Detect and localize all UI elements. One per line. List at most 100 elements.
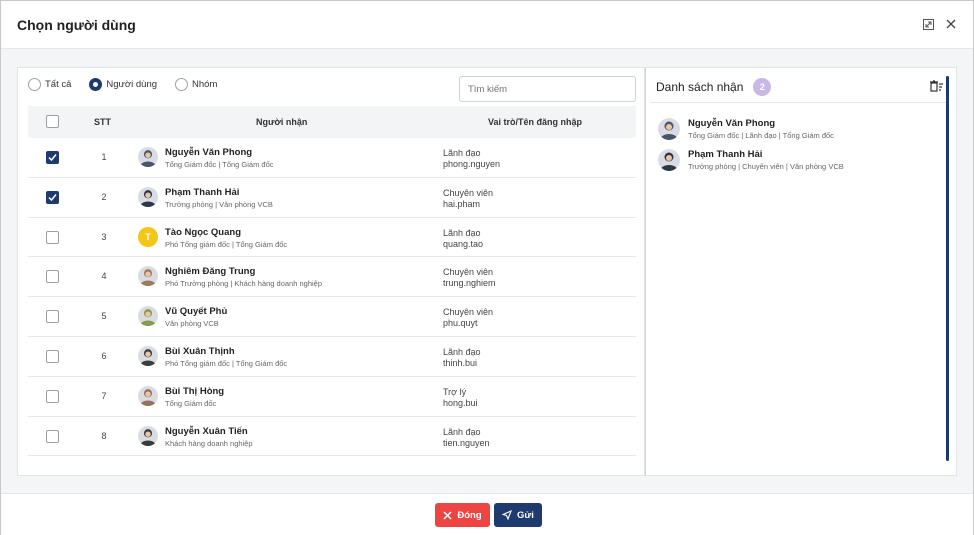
user-table-body: 1 Nguyễn Văn Phong Tổng Giám đốc | Tổng Gi…: [28, 138, 636, 457]
user-name: Bùi Xuân Thịnh: [165, 345, 235, 357]
user-role: Lãnh đạo: [443, 227, 481, 238]
avatar-initial: T: [145, 231, 151, 242]
avatar: [658, 149, 680, 171]
table-row[interactable]: 8 Nguyễn Xuân Tiến Khách hàng doanh nghiệp…: [28, 417, 636, 457]
close-button[interactable]: Đóng: [435, 503, 490, 527]
divider: [650, 102, 946, 103]
close-button-label: Đóng: [457, 509, 482, 521]
user-name: Vũ Quyết Phủ: [165, 306, 228, 318]
user-picker-dialog: Chọn người dùng Tất cả Người dùng Nhóm T…: [0, 0, 974, 535]
table-row[interactable]: 4 Nghiêm Đăng Trung Phó Trưởng phòng | Khá…: [28, 257, 636, 298]
recipient-item[interactable]: Phạm Thanh Hải Trưởng phòng | Chuyên viên…: [646, 145, 946, 176]
user-login: phong.nguyen: [443, 159, 501, 169]
send-icon: [502, 510, 512, 520]
row-stt: 3: [101, 231, 107, 242]
row-stt: 1: [101, 152, 107, 162]
user-title: Trưởng phòng | Văn phòng VCB: [165, 199, 273, 209]
close-icon[interactable]: [944, 17, 958, 31]
radio-label-users: Người dùng: [106, 79, 158, 90]
recipient-name: Nguyễn Văn Phong: [688, 118, 776, 129]
table-row[interactable]: 6 Bùi Xuân Thịnh Phó Tổng giám đốc | Tổng …: [28, 337, 636, 377]
recipient-list-title: Danh sách nhận: [656, 80, 744, 94]
radio-button-groups[interactable]: [175, 78, 189, 91]
avatar: [138, 147, 158, 167]
user-role: Lãnh đạo: [443, 148, 481, 158]
dialog-footer: Đóng Gửi: [1, 493, 973, 535]
row-stt: 4: [101, 271, 107, 282]
row-stt: 7: [101, 390, 107, 401]
expand-icon[interactable]: [921, 17, 935, 31]
radio-users[interactable]: Người dùng: [89, 78, 157, 91]
table-row[interactable]: 5 Vũ Quyết Phủ Văn phòng VCB Chuyên viên phu…: [28, 297, 636, 337]
recipient-item[interactable]: Nguyễn Văn Phong Tổng Giám đốc | Lãnh đạo…: [646, 114, 946, 145]
table-header: STT Người nhận Vai trò/Tên đăng nhập: [28, 106, 636, 138]
avatar: [138, 186, 158, 207]
recipient-count-badge: 2: [753, 78, 772, 96]
row-checkbox[interactable]: [46, 151, 59, 164]
radio-button-all[interactable]: [28, 78, 41, 91]
header-recipient: Người nhận: [256, 117, 308, 127]
user-role: Chuyên viên: [443, 187, 494, 198]
user-login: hong.bui: [443, 397, 478, 408]
row-checkbox[interactable]: [46, 389, 59, 403]
user-role: Chuyên viên: [443, 307, 494, 318]
filter-radio-group: Tất cả Người dùng Nhóm: [28, 78, 217, 91]
row-checkbox[interactable]: [46, 230, 59, 244]
dialog-header: Chọn người dùng: [1, 1, 973, 49]
table-row[interactable]: 3 T Tào Ngọc Quang Phó Tổng giám đốc | Tổng…: [28, 218, 636, 258]
recipient-list-panel: Danh sách nhận 2 Nguyễn Văn Phong Tổng Gi…: [645, 67, 957, 476]
row-checkbox[interactable]: [46, 270, 59, 284]
row-stt: 6: [101, 350, 107, 361]
recipient-title: Tổng Giám đốc | Lãnh đạo | Tổng Giám đốc: [688, 131, 834, 140]
user-title: Tổng Giám đốc | Tổng Giám đốc: [165, 160, 274, 169]
user-name: Nguyễn Văn Phong: [165, 147, 253, 158]
user-title: Tổng Giám đốc: [165, 398, 217, 408]
avatar: [658, 118, 680, 140]
radio-button-users[interactable]: [89, 78, 103, 91]
user-list-panel: Tất cả Người dùng Nhóm STT Người nhận: [17, 67, 645, 476]
user-name: Bùi Thị Hòng: [165, 385, 225, 397]
search-input[interactable]: [459, 76, 636, 102]
row-checkbox[interactable]: [46, 429, 59, 443]
user-name: Nguyễn Xuân Tiến: [165, 425, 248, 437]
user-login: trung.nghiem: [443, 278, 496, 289]
dialog-body: Tất cả Người dùng Nhóm STT Người nhận: [1, 49, 973, 493]
checkmark-icon: [48, 193, 57, 201]
user-title: Phó Trưởng phòng | Khách hàng doanh nghi…: [165, 279, 323, 289]
avatar: [138, 345, 158, 366]
recipient-name: Phạm Thanh Hải: [688, 149, 763, 160]
avatar: [138, 266, 158, 287]
scrollbar[interactable]: [946, 76, 949, 461]
row-stt: 2: [101, 191, 107, 202]
checkmark-icon: [48, 154, 57, 162]
header-role: Vai trò/Tên đăng nhập: [488, 117, 583, 127]
row-stt: 5: [101, 311, 107, 322]
user-role: Lãnh đạo: [443, 426, 481, 437]
send-button-label: Gửi: [517, 509, 534, 521]
user-role: Trợ lý: [443, 386, 467, 397]
table-row[interactable]: 2 Phạm Thanh Hải Trưởng phòng | Văn phòng …: [28, 178, 636, 218]
row-checkbox[interactable]: [46, 190, 59, 204]
user-role: Chuyên viên: [443, 267, 494, 278]
user-title: Văn phòng VCB: [165, 319, 219, 329]
avatar: [138, 385, 158, 406]
user-login: phu.quyt: [443, 318, 478, 329]
user-name: Nghiêm Đăng Trung: [165, 266, 256, 278]
radio-groups[interactable]: Nhóm: [175, 78, 217, 91]
send-button[interactable]: Gửi: [494, 503, 542, 527]
select-all-checkbox[interactable]: [46, 115, 59, 128]
clear-list-icon[interactable]: [930, 79, 944, 97]
dialog-title: Chọn người dùng: [17, 17, 136, 33]
recipient-title: Trưởng phòng | Chuyên viên | Văn phòng V…: [688, 162, 844, 171]
avatar: [138, 306, 158, 327]
avatar: T: [138, 226, 158, 247]
user-title: Khách hàng doanh nghiệp: [165, 438, 253, 448]
table-row[interactable]: 1 Nguyễn Văn Phong Tổng Giám đốc | Tổng Gi…: [28, 138, 636, 178]
row-checkbox[interactable]: [46, 310, 59, 324]
row-checkbox[interactable]: [46, 349, 59, 363]
selected-recipient-list: Nguyễn Văn Phong Tổng Giám đốc | Lãnh đạo…: [646, 114, 946, 176]
user-name: Phạm Thanh Hải: [165, 186, 240, 198]
user-login: hai.pham: [443, 198, 481, 209]
radio-all[interactable]: Tất cả: [28, 78, 71, 91]
table-row[interactable]: 7 Bùi Thị Hòng Tổng Giám đốc Trợ lý hong.bui: [28, 377, 636, 417]
